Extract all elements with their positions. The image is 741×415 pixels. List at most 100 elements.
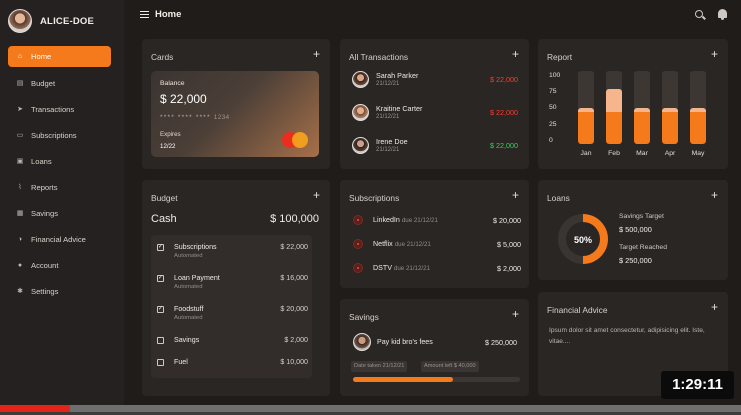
sidebar-item-account[interactable]: ● Account (8, 255, 111, 275)
budget-item-amount: $ 16,000 (280, 274, 308, 282)
transaction-amount: $ 22,000 (490, 141, 518, 150)
transactions-title: All Transactions (349, 52, 409, 62)
folder-icon: ▭ (16, 132, 24, 139)
budget-item-name: Loan Payment (174, 274, 220, 282)
subscriptions-panel: Subscriptions + LinkedIn due 21/12/21 $ 2… (340, 180, 529, 288)
budget-item-name: Fuel (174, 358, 188, 366)
budget-checkbox[interactable]: ✓ (157, 275, 164, 282)
sidebar-item-subscriptions[interactable]: ▭ Subscriptions (8, 125, 111, 145)
budget-item-sub: Automated (174, 315, 203, 321)
budget-item-amount: $ 20,000 (280, 305, 308, 313)
budget-panel: Budget + Cash $ 100,000 ✓ Subscriptions $ … (142, 180, 330, 396)
subscription-due: due 21/12/21 (393, 265, 431, 272)
budget-checkbox[interactable] (157, 359, 164, 366)
report-bars (578, 71, 710, 144)
subscription-name: Netflix due 21/12/21 (373, 240, 431, 248)
cards-panel: Cards + Balance $ 22,000 **** **** **** … (142, 39, 330, 169)
menu-icon[interactable] (140, 11, 149, 18)
sidebar-nav: ⌂ Home ▤ Budget ➤ Transactions ▭ Subscriptions ▣… (8, 46, 111, 307)
sidebar-item-financial-advice[interactable]: ◑ Financial Advice (8, 229, 111, 249)
savings-target-label: Savings Target (619, 213, 664, 220)
user-name: ALICE-DOE (40, 15, 95, 27)
video-scrubber[interactable] (0, 405, 741, 415)
home-icon: ⌂ (17, 53, 23, 60)
budget-head-label: Cash (151, 213, 177, 225)
x-tick-label: Jan (580, 150, 592, 157)
dashboard: ALICE-DOE ⌂ Home ▤ Budget ➤ Transactions ▭ Subs… (0, 0, 741, 415)
transaction-date: 21/12/21 (376, 147, 400, 153)
x-tick-label: Mar (636, 150, 648, 157)
x-tick-label: Feb (608, 150, 620, 157)
sidebar-item-label: Loans (31, 156, 52, 166)
savings-title: Savings (349, 312, 379, 322)
y-tick-label: 75 (549, 88, 557, 96)
search-icon[interactable] (695, 10, 703, 18)
x-tick-label: Apr (664, 150, 676, 157)
profile[interactable]: ALICE-DOE (8, 9, 94, 33)
subscription-row[interactable]: Netflix due 21/12/21 $ 5,000 (353, 238, 521, 252)
transaction-row[interactable]: Sarah Parker 21/12/21 $ 22,000 (352, 69, 518, 91)
bar-apr (662, 71, 678, 144)
sidebar-item-transactions[interactable]: ➤ Transactions (8, 99, 111, 119)
bar-mar (634, 71, 650, 144)
advice-title: Financial Advice (547, 305, 608, 315)
y-tick-label: 100 (549, 72, 561, 79)
sidebar-item-label: Savings (31, 208, 59, 218)
transaction-row[interactable]: Kraitine Carter 21/12/21 $ 22,000 (352, 102, 518, 124)
x-tick-label: May (691, 150, 705, 157)
sidebar-item-settings[interactable]: ✱ Settings (8, 281, 111, 301)
add-transaction-icon[interactable]: + (512, 48, 519, 60)
add-report-icon[interactable]: + (711, 48, 718, 60)
budget-item-amount: $ 10,000 (280, 358, 308, 366)
bell-icon[interactable] (718, 9, 727, 20)
sidebar-item-label: Budget (31, 78, 56, 88)
sidebar-item-budget[interactable]: ▤ Budget (8, 73, 111, 93)
bar-fill-may (690, 109, 706, 144)
subscription-icon (353, 239, 363, 249)
subscription-row[interactable]: LinkedIn due 21/12/21 $ 20,000 (353, 214, 521, 228)
y-tick-label: 0 (549, 136, 553, 144)
savings-progress-fill (353, 377, 454, 382)
bar-fill-feb (606, 109, 622, 144)
date-taken-chip: Date taken 21/12/21 (351, 361, 408, 372)
transaction-row[interactable]: Irene Doe 21/12/21 $ 22,000 (352, 135, 518, 157)
amount-left-chip: Amount left $ 40,000 (421, 361, 479, 372)
budget-item-name: Subscriptions (174, 243, 217, 251)
add-subscription-icon[interactable]: + (512, 189, 519, 201)
loans-title: Loans (547, 193, 570, 203)
transaction-avatar (352, 104, 369, 121)
sidebar-item-label: Reports (31, 182, 58, 192)
wallet-icon: ▦ (16, 210, 24, 217)
budget-checkbox[interactable]: ✓ (157, 244, 164, 251)
page-title: Home (155, 9, 182, 20)
user-avatar[interactable] (8, 9, 32, 33)
budget-item-name: Savings (174, 336, 200, 344)
sidebar-item-home[interactable]: ⌂ Home (8, 46, 111, 67)
add-budget-icon[interactable]: + (313, 189, 320, 201)
sidebar-item-loans[interactable]: ▣ Loans (8, 151, 111, 171)
add-loan-icon[interactable]: + (711, 189, 718, 201)
add-card-icon[interactable]: + (313, 48, 320, 60)
budget-checkbox[interactable]: ✓ (157, 306, 164, 313)
budget-checkbox[interactable] (157, 337, 164, 344)
budget-total: $ 100,000 (270, 213, 319, 225)
subscription-amount: $ 5,000 (497, 240, 521, 249)
savings-avatar (353, 333, 371, 351)
advice-icon: ◑ (17, 235, 23, 243)
bar-may (690, 71, 706, 144)
bar-peak-feb (606, 89, 622, 112)
subscription-row[interactable]: DSTV due 21/12/21 $ 2,000 (353, 262, 521, 276)
balance-amount: $ 22,000 (160, 92, 207, 106)
add-savings-icon[interactable]: + (512, 308, 519, 320)
sidebar-item-label: Settings (31, 286, 59, 296)
sidebar-item-reports[interactable]: ⌇ Reports (8, 177, 111, 197)
bar-peak-mar (634, 107, 650, 112)
credit-card[interactable]: Balance $ 22,000 **** **** **** 1234 Exp… (151, 71, 319, 157)
sidebar-item-label: Transactions (31, 104, 75, 114)
subscription-label: DSTV (373, 264, 392, 272)
report-panel: Report + 100 75 50 25 0 Jan Feb Mar Apr May (538, 39, 728, 169)
sidebar-item-savings[interactable]: ▦ Savings (8, 203, 111, 223)
sidebar-item-label: Subscriptions (31, 130, 77, 140)
add-advice-icon[interactable]: + (711, 301, 718, 313)
send-icon: ➤ (17, 106, 23, 113)
